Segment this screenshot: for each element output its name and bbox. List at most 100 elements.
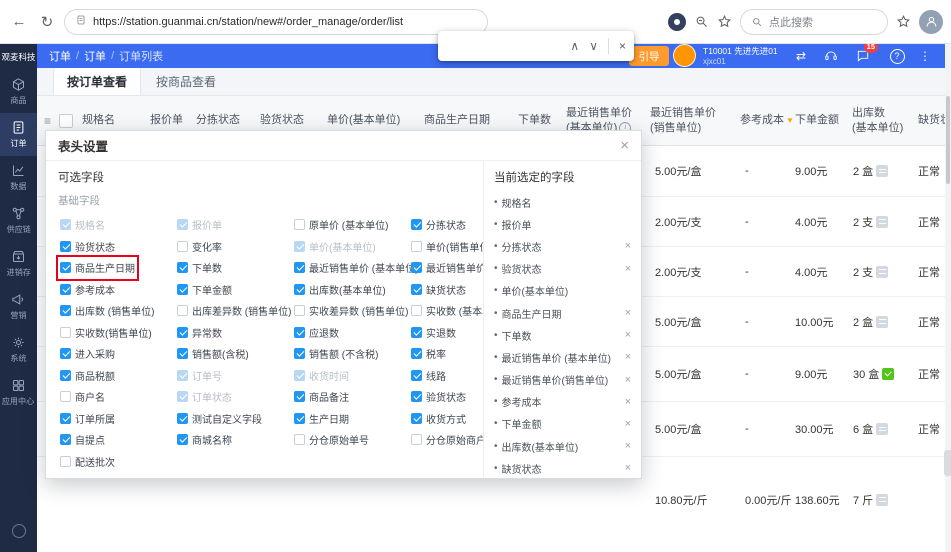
field-option[interactable]: 变化率 — [175, 236, 224, 258]
more-icon[interactable]: ⋮ — [915, 44, 935, 68]
field-option[interactable]: 缺货状态 — [409, 279, 468, 301]
field-option-highlighted[interactable]: 商品生产日期 — [58, 257, 137, 279]
field-option[interactable]: 下单数 — [175, 257, 224, 279]
column-header[interactable]: 出库数(基本单位) — [852, 96, 903, 145]
checkbox[interactable] — [294, 284, 305, 295]
checkbox[interactable] — [411, 413, 422, 424]
checkbox[interactable] — [177, 262, 188, 273]
field-option[interactable]: 线路 — [409, 365, 448, 387]
checkbox[interactable] — [411, 241, 422, 252]
checkbox[interactable] — [411, 391, 422, 402]
browser-search-box[interactable]: 点此搜索 — [740, 9, 888, 35]
checkbox[interactable] — [177, 284, 188, 295]
help-icon[interactable]: ? — [887, 44, 907, 68]
sidebar-item-supply[interactable]: 供应链 — [0, 199, 37, 242]
checkbox[interactable] — [60, 241, 71, 252]
checkbox[interactable] — [60, 434, 71, 445]
collapse-icon[interactable] — [12, 524, 26, 538]
checkbox[interactable] — [411, 262, 422, 273]
side-panel-handle[interactable] — [944, 450, 951, 476]
find-next-button[interactable]: ∨ — [589, 39, 598, 53]
exchange-icon[interactable]: ⇄ — [791, 44, 811, 68]
checkbox[interactable] — [60, 391, 71, 402]
sort-desc-icon[interactable]: ▼ — [786, 116, 794, 125]
field-option[interactable]: 销售额(含税) — [175, 343, 251, 365]
remove-field-button[interactable]: × — [621, 462, 631, 474]
checkbox[interactable] — [411, 370, 422, 381]
checkbox[interactable] — [294, 434, 305, 445]
checkbox[interactable] — [60, 413, 71, 424]
field-option[interactable]: 商户名 — [58, 386, 107, 408]
checkbox[interactable] — [60, 262, 71, 273]
field-option[interactable]: 自提点 — [58, 429, 107, 451]
select-all-checkbox[interactable] — [59, 114, 73, 128]
field-option[interactable]: 实退数 — [409, 322, 458, 344]
field-option[interactable]: 下单金额 — [175, 279, 234, 301]
field-option[interactable]: 订单所属 — [58, 408, 117, 430]
checkbox[interactable] — [294, 413, 305, 424]
checkbox[interactable] — [60, 456, 71, 467]
qty-detail-icon[interactable] — [876, 423, 888, 435]
qty-detail-icon[interactable] — [876, 266, 888, 278]
checkbox[interactable] — [411, 219, 422, 230]
checkbox[interactable] — [60, 284, 71, 295]
checkbox[interactable] — [294, 219, 305, 230]
remove-field-button[interactable]: × — [621, 240, 631, 252]
page-info-icon[interactable] — [75, 13, 87, 31]
field-option[interactable]: 实收数 (基本单位) — [409, 300, 483, 322]
qty-detail-icon[interactable] — [876, 216, 888, 228]
remove-field-button[interactable]: × — [621, 263, 631, 275]
checkbox[interactable] — [411, 434, 422, 445]
modal-close-icon[interactable]: × — [620, 137, 629, 154]
guide-button[interactable]: 引导 — [629, 46, 669, 66]
remove-field-button[interactable]: × — [621, 440, 631, 452]
remove-field-button[interactable]: × — [621, 329, 631, 341]
scrollbar-thumb[interactable] — [946, 96, 950, 184]
field-option[interactable]: 出库差异数 (销售单位) — [175, 300, 293, 322]
field-option[interactable]: 验货状态 — [409, 386, 468, 408]
checkbox[interactable] — [177, 348, 188, 359]
breadcrumb-item[interactable]: 订单列表 — [119, 48, 163, 64]
user-avatar[interactable] — [673, 44, 696, 67]
qty-detail-icon[interactable] — [882, 368, 894, 380]
field-option[interactable]: 分仓原始单号 — [292, 429, 371, 451]
checkbox[interactable] — [177, 327, 188, 338]
field-option[interactable]: 最近销售单价(销售单位) — [409, 257, 483, 279]
field-option[interactable]: 验货状态 — [58, 236, 117, 258]
field-option[interactable]: 配送批次 — [58, 451, 117, 473]
field-option[interactable]: 分仓原始商户名 — [409, 429, 483, 451]
checkbox[interactable] — [411, 305, 422, 316]
address-bar[interactable]: https://station.guanmai.cn/station/new#/… — [64, 9, 488, 35]
sidebar-item-order[interactable]: 订单 — [0, 113, 37, 156]
checkbox[interactable] — [411, 327, 422, 338]
find-previous-button[interactable]: ∧ — [570, 39, 579, 53]
find-close-button[interactable]: × — [619, 39, 626, 53]
checkbox[interactable] — [177, 434, 188, 445]
user-info[interactable]: T10001 先进先进01 xjxc01 — [703, 46, 778, 67]
remove-field-button[interactable]: × — [621, 396, 631, 408]
checkbox[interactable] — [294, 262, 305, 273]
extension-icon[interactable] — [668, 13, 686, 31]
browser-profile-avatar[interactable] — [919, 10, 943, 34]
remove-field-button[interactable]: × — [621, 307, 631, 319]
field-option[interactable]: 进入采购 — [58, 343, 117, 365]
field-option[interactable]: 单价(销售单位) — [409, 236, 483, 258]
tab-order-view[interactable]: 按订单查看 — [53, 67, 141, 95]
checkbox[interactable] — [60, 327, 71, 338]
field-option[interactable]: 收货方式 — [409, 408, 468, 430]
tab-product-view[interactable]: 按商品查看 — [143, 68, 229, 95]
message-icon[interactable]: 15 — [853, 44, 873, 68]
logo[interactable]: 观麦科技 — [0, 44, 37, 70]
column-header[interactable]: 最近销售单价(销售单位) — [650, 96, 716, 145]
reload-icon[interactable]: ↻ — [36, 13, 58, 31]
column-header[interactable]: 参考成本▼ — [740, 96, 794, 145]
checkbox[interactable] — [177, 305, 188, 316]
field-option[interactable]: 分拣状态 — [409, 214, 468, 236]
column-header[interactable]: 下单金额 — [795, 96, 839, 145]
field-option[interactable]: 税率 — [409, 343, 448, 365]
find-input[interactable] — [446, 37, 560, 55]
field-option[interactable]: 商品备注 — [292, 386, 351, 408]
field-option[interactable]: 出库数 (销售单位) — [58, 300, 156, 322]
checkbox[interactable] — [60, 305, 71, 316]
breadcrumb-item[interactable]: 订单 — [49, 48, 71, 64]
